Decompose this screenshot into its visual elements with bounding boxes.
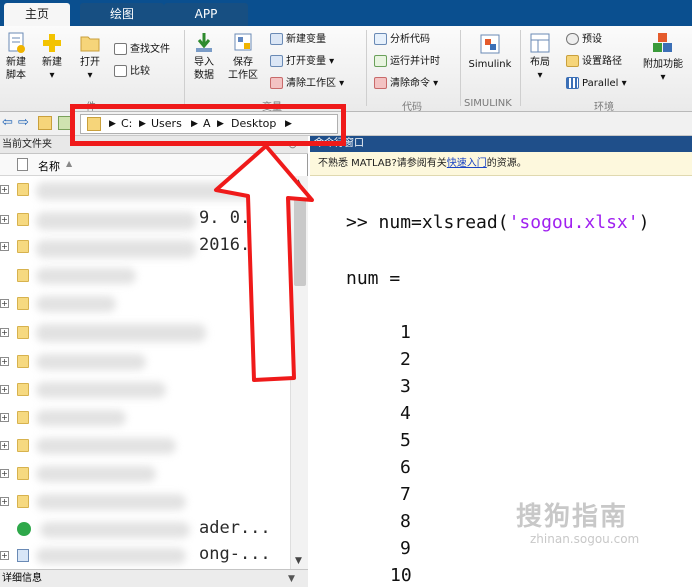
- matlab-window: 主页 绘图 APP 新建 脚本 新建 ▾ 打开 ▾ 查找文件 比较 件 导入 数…: [0, 0, 692, 587]
- watermark-logo: 搜狗指南: [516, 502, 629, 532]
- watermark-url: zhinan.sogou.com: [530, 532, 640, 546]
